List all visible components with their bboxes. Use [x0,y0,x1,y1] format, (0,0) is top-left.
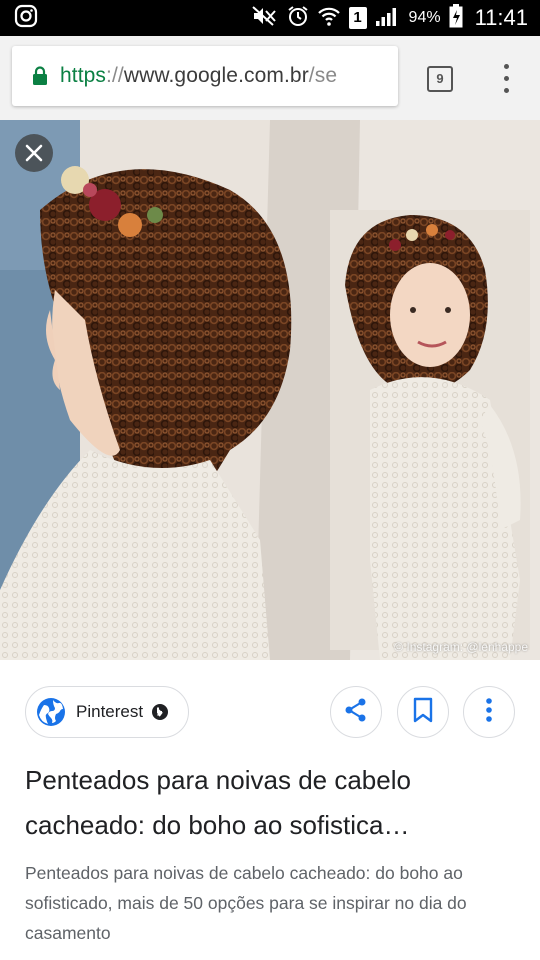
url-path: /se [308,64,338,87]
source-chip[interactable]: Pinterest [25,686,189,738]
result-title[interactable]: Penteados para noivas de cabelo cacheado… [25,758,525,848]
more-options-icon[interactable] [494,60,518,96]
battery-percent: 94% [408,9,441,26]
source-label: Pinterest [76,702,144,721]
bridal-hairstyle-photo [0,120,540,660]
url-text: https://www.google.com.br/se [60,64,337,88]
globe-icon [36,697,66,727]
arrow-right-circle-icon [151,703,169,721]
lock-icon [32,66,48,86]
image-preview[interactable]: © Instagram: @lenhappe [0,120,540,660]
wifi-icon [317,5,341,32]
save-button[interactable] [397,686,449,738]
status-time: 11:41 [474,5,528,30]
tab-switcher-button[interactable]: 9 [427,66,453,92]
close-icon[interactable] [15,134,53,172]
instagram-icon [14,4,38,33]
result-description: Penteados para noivas de cabelo cacheado… [25,863,467,943]
url-host: www.google.com.br [123,64,309,87]
mute-icon [251,5,279,32]
url-scheme: https [60,64,107,87]
image-watermark: © Instagram: @lenhappe [394,640,528,654]
share-button[interactable] [330,686,382,738]
battery-icon [449,3,463,33]
url-separator: :// [106,64,124,87]
sim-badge: 1 [348,7,367,29]
url-bar[interactable]: https://www.google.com.br/se [12,46,398,106]
alarm-icon [287,5,309,32]
share-icon [343,697,369,728]
browser-toolbar: https://www.google.com.br/se 9 [0,36,540,120]
bookmark-icon [412,697,434,728]
more-vert-icon [485,697,493,728]
status-bar: 1 94% 11:41 [0,0,540,36]
more-actions-button[interactable] [463,686,515,738]
signal-icon [375,5,401,32]
